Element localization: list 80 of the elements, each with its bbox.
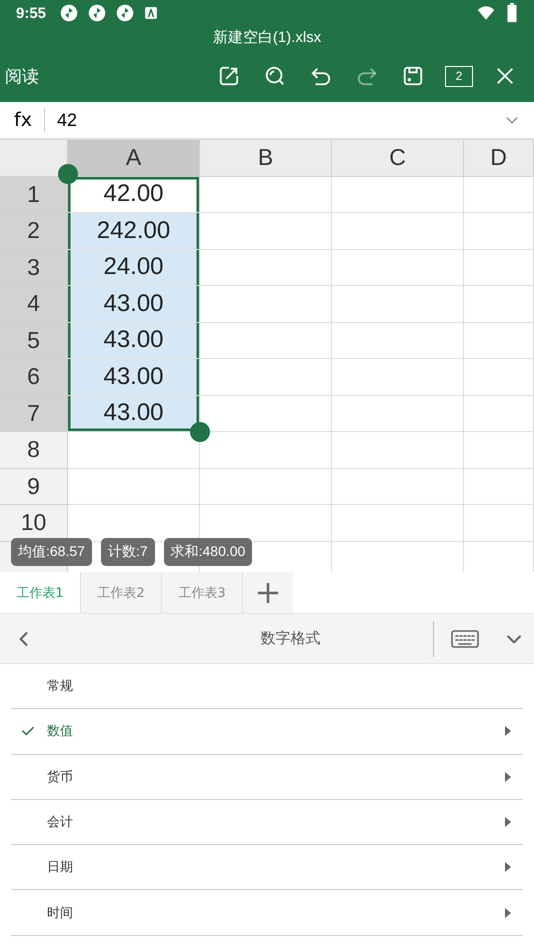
table-cell[interactable] [332, 468, 464, 505]
row-header[interactable]: 3 [0, 250, 68, 286]
stat-toast: 求和:480.00 [164, 538, 252, 566]
table-cell[interactable] [464, 250, 534, 286]
format-option[interactable]: 会计 [11, 800, 523, 846]
table-cell[interactable] [464, 176, 534, 213]
table-cell[interactable] [332, 286, 464, 322]
aperture-icon [88, 4, 106, 22]
table-cell[interactable] [332, 432, 464, 468]
column-header[interactable]: C [332, 140, 464, 176]
row-header[interactable]: 10 [0, 505, 68, 542]
notification-icon [144, 6, 158, 20]
format-option[interactable]: 货币 [11, 754, 523, 800]
table-cell[interactable] [200, 322, 332, 359]
table-cell[interactable] [464, 359, 534, 396]
table-cell[interactable] [332, 396, 464, 432]
wifi-icon [476, 4, 496, 22]
table-cell[interactable] [200, 250, 332, 286]
table-cell[interactable] [332, 542, 464, 572]
table-cell[interactable] [332, 322, 464, 359]
row-header[interactable]: 6 [0, 359, 68, 396]
row-header[interactable]: 9 [0, 468, 68, 505]
table-cell[interactable] [464, 213, 534, 250]
format-option[interactable]: 日期 [11, 845, 523, 890]
stat-toast: 计数:7 [100, 538, 155, 566]
table-cell[interactable]: 43.00 [68, 286, 200, 322]
column-header[interactable]: A [68, 140, 200, 176]
row-header[interactable]: 2 [0, 213, 68, 250]
table-cell[interactable]: 43.00 [68, 359, 200, 396]
table-cell[interactable] [464, 396, 534, 432]
battery-icon [506, 3, 518, 23]
table-cell[interactable] [200, 176, 332, 213]
keyboard-icon [450, 628, 480, 650]
table-cell[interactable] [332, 213, 464, 250]
table-cell[interactable]: 242.00 [68, 213, 200, 250]
stat-toast: 均值:68.57 [11, 538, 92, 566]
window-title: 新建空白(1).xlsx [212, 28, 322, 48]
table-cell[interactable] [200, 468, 332, 505]
function-label: fx [14, 108, 45, 132]
row-header[interactable]: 7 [0, 396, 68, 432]
table-cell[interactable] [200, 396, 332, 432]
table-cell[interactable]: 43.00 [68, 322, 200, 359]
table-cell[interactable] [332, 359, 464, 396]
table-cell[interactable] [200, 432, 332, 468]
table-cell[interactable] [332, 505, 464, 542]
table-cell[interactable] [332, 176, 464, 213]
table-cell[interactable]: 43.00 [68, 396, 200, 432]
column-header[interactable]: B [200, 140, 332, 176]
table-cell[interactable]: 42.00 [68, 176, 200, 213]
row-header[interactable]: 5 [0, 322, 68, 359]
table-cell[interactable] [200, 213, 332, 250]
formula-field[interactable]: 42 [44, 110, 504, 130]
column-header[interactable]: D [464, 140, 534, 176]
table-cell[interactable] [464, 286, 534, 322]
table-cell[interactable]: 24.00 [68, 250, 200, 286]
aperture-icon [60, 4, 78, 22]
add-sheet-button[interactable] [243, 572, 293, 613]
table-cell[interactable] [68, 468, 200, 505]
plus-icon [256, 580, 280, 604]
read-mode-label[interactable]: 阅读 [5, 64, 206, 88]
table-cell[interactable] [200, 286, 332, 322]
window-count-button[interactable]: 2 [445, 66, 473, 86]
table-cell[interactable] [464, 322, 534, 359]
format-option[interactable]: 常规 [11, 664, 523, 710]
panel-title: 数字格式 [260, 629, 322, 648]
status-time: 9:55 [16, 4, 46, 22]
table-cell[interactable] [332, 250, 464, 286]
table-cell[interactable] [200, 359, 332, 396]
table-cell[interactable] [464, 432, 534, 468]
aperture-icon [116, 4, 134, 22]
row-header[interactable]: 8 [0, 432, 68, 468]
format-option[interactable]: 数值 [11, 709, 523, 755]
row-header[interactable]: 4 [0, 286, 68, 322]
row-header[interactable]: 1 [0, 176, 68, 213]
table-cell[interactable] [464, 505, 534, 542]
table-cell[interactable] [464, 542, 534, 572]
check-icon [21, 724, 35, 738]
corner-cell[interactable] [0, 140, 68, 176]
table-cell[interactable] [464, 468, 534, 505]
format-option[interactable]: 时间 [11, 890, 523, 936]
